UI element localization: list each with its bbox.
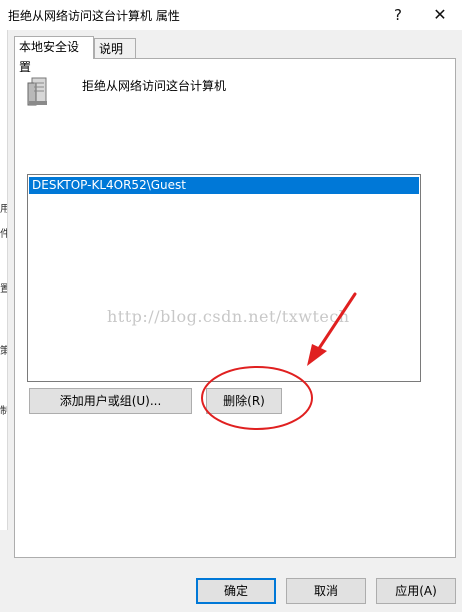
window-title: 拒绝从网络访问这台计算机 属性: [8, 9, 180, 23]
add-user-or-group-button[interactable]: 添加用户或组(U)...: [29, 388, 192, 414]
close-button[interactable]: ✕: [420, 2, 460, 28]
tab-local-security-setting[interactable]: 本地安全设置: [14, 36, 94, 74]
list-item[interactable]: DESKTOP-KL4OR52\Guest: [29, 177, 419, 194]
apply-button[interactable]: 应用(A): [376, 578, 456, 604]
tab-explain[interactable]: 说明: [94, 38, 136, 58]
server-icon: [27, 77, 47, 106]
background-window-edge: 用 件 置 策 制: [0, 30, 8, 530]
ok-button[interactable]: 确定: [196, 578, 276, 604]
title-bar: 拒绝从网络访问这台计算机 属性 ? ✕: [0, 0, 462, 30]
edge-text: 置: [0, 284, 7, 295]
help-button[interactable]: ?: [378, 2, 418, 28]
user-group-list[interactable]: DESKTOP-KL4OR52\Guest: [27, 174, 421, 382]
policy-title: 拒绝从网络访问这台计算机: [82, 79, 227, 93]
edge-text: 策: [0, 346, 7, 357]
edge-text: 件: [0, 229, 7, 240]
cancel-button[interactable]: 取消: [286, 578, 366, 604]
edge-text: 用: [0, 204, 7, 215]
edge-text: 制: [0, 406, 7, 417]
watermark-text: http://blog.csdn.net/txwtech: [107, 307, 350, 326]
remove-button[interactable]: 删除(R): [206, 388, 282, 414]
